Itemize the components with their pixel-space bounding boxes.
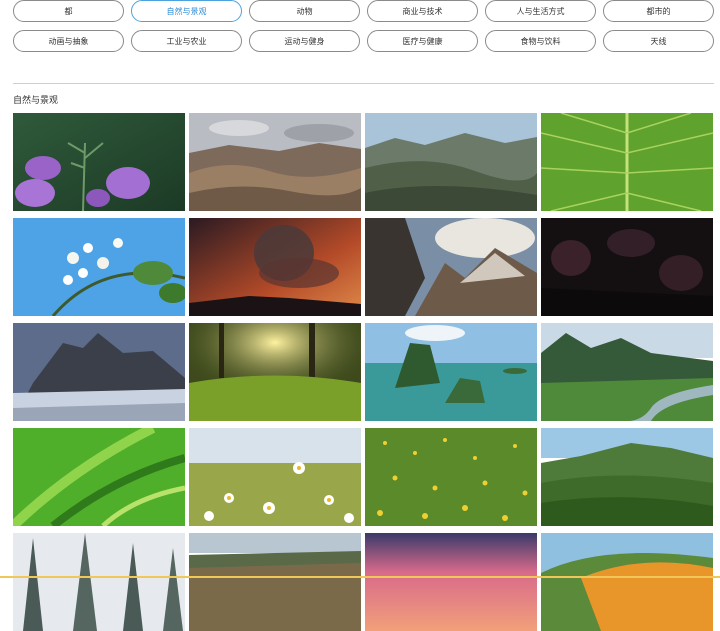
thumb-volcano-eruption[interactable] (189, 218, 361, 316)
thumb-desert-hills[interactable] (189, 113, 361, 211)
category-animation-abstract[interactable]: 动画与抽象 (13, 30, 124, 52)
thumb-aurora-night[interactable] (541, 218, 713, 316)
thumb-green-valley[interactable] (541, 428, 713, 526)
thumb-snowy-dolomites[interactable] (13, 323, 185, 421)
category-food-drink[interactable]: 食物与饮料 (485, 30, 596, 52)
category-sports-fitness[interactable]: 运动与健身 (249, 30, 360, 52)
thumb-purple-flowers[interactable] (13, 113, 185, 211)
thumb-daisy-field[interactable] (189, 428, 361, 526)
thumb-grass-blades[interactable] (13, 428, 185, 526)
category-business-tech[interactable]: 商业与技术 (367, 0, 478, 22)
category-animals[interactable]: 动物 (249, 0, 360, 22)
thumb-white-blossoms[interactable] (13, 218, 185, 316)
category-aerial[interactable]: 天线 (603, 30, 714, 52)
thumbnail-grid (13, 113, 714, 631)
category-urban[interactable]: 都市的 (603, 0, 714, 22)
category-people-lifestyle[interactable]: 人与生活方式 (485, 0, 596, 22)
section-title: 自然与景观 (13, 96, 59, 106)
thumb-island-rocks[interactable] (365, 323, 537, 421)
category-all[interactable]: 都 (13, 0, 124, 22)
thumb-pink-sunset[interactable] (365, 533, 537, 631)
thumb-orange-flower-hill[interactable] (541, 533, 713, 631)
thumb-sunlit-forest[interactable] (189, 323, 361, 421)
category-industry-agriculture[interactable]: 工业与农业 (131, 30, 242, 52)
thumb-yellow-meadow[interactable] (365, 428, 537, 526)
category-medical-health[interactable]: 医疗与健康 (367, 30, 478, 52)
thumb-green-leaf[interactable] (541, 113, 713, 211)
thumb-cloudy-peaks[interactable] (365, 218, 537, 316)
thumb-hill-forest[interactable] (189, 533, 361, 631)
category-nature-landscape[interactable]: 自然与景观 (131, 0, 242, 22)
thumb-mountain-valley[interactable] (365, 113, 537, 211)
thumb-snowy-pines[interactable] (13, 533, 185, 631)
thumb-river-mountains[interactable] (541, 323, 713, 421)
divider (13, 83, 714, 84)
category-filter-bar: 都 自然与景观 动物 商业与技术 人与生活方式 都市的 动画与抽象 工业与农业 … (13, 0, 714, 52)
